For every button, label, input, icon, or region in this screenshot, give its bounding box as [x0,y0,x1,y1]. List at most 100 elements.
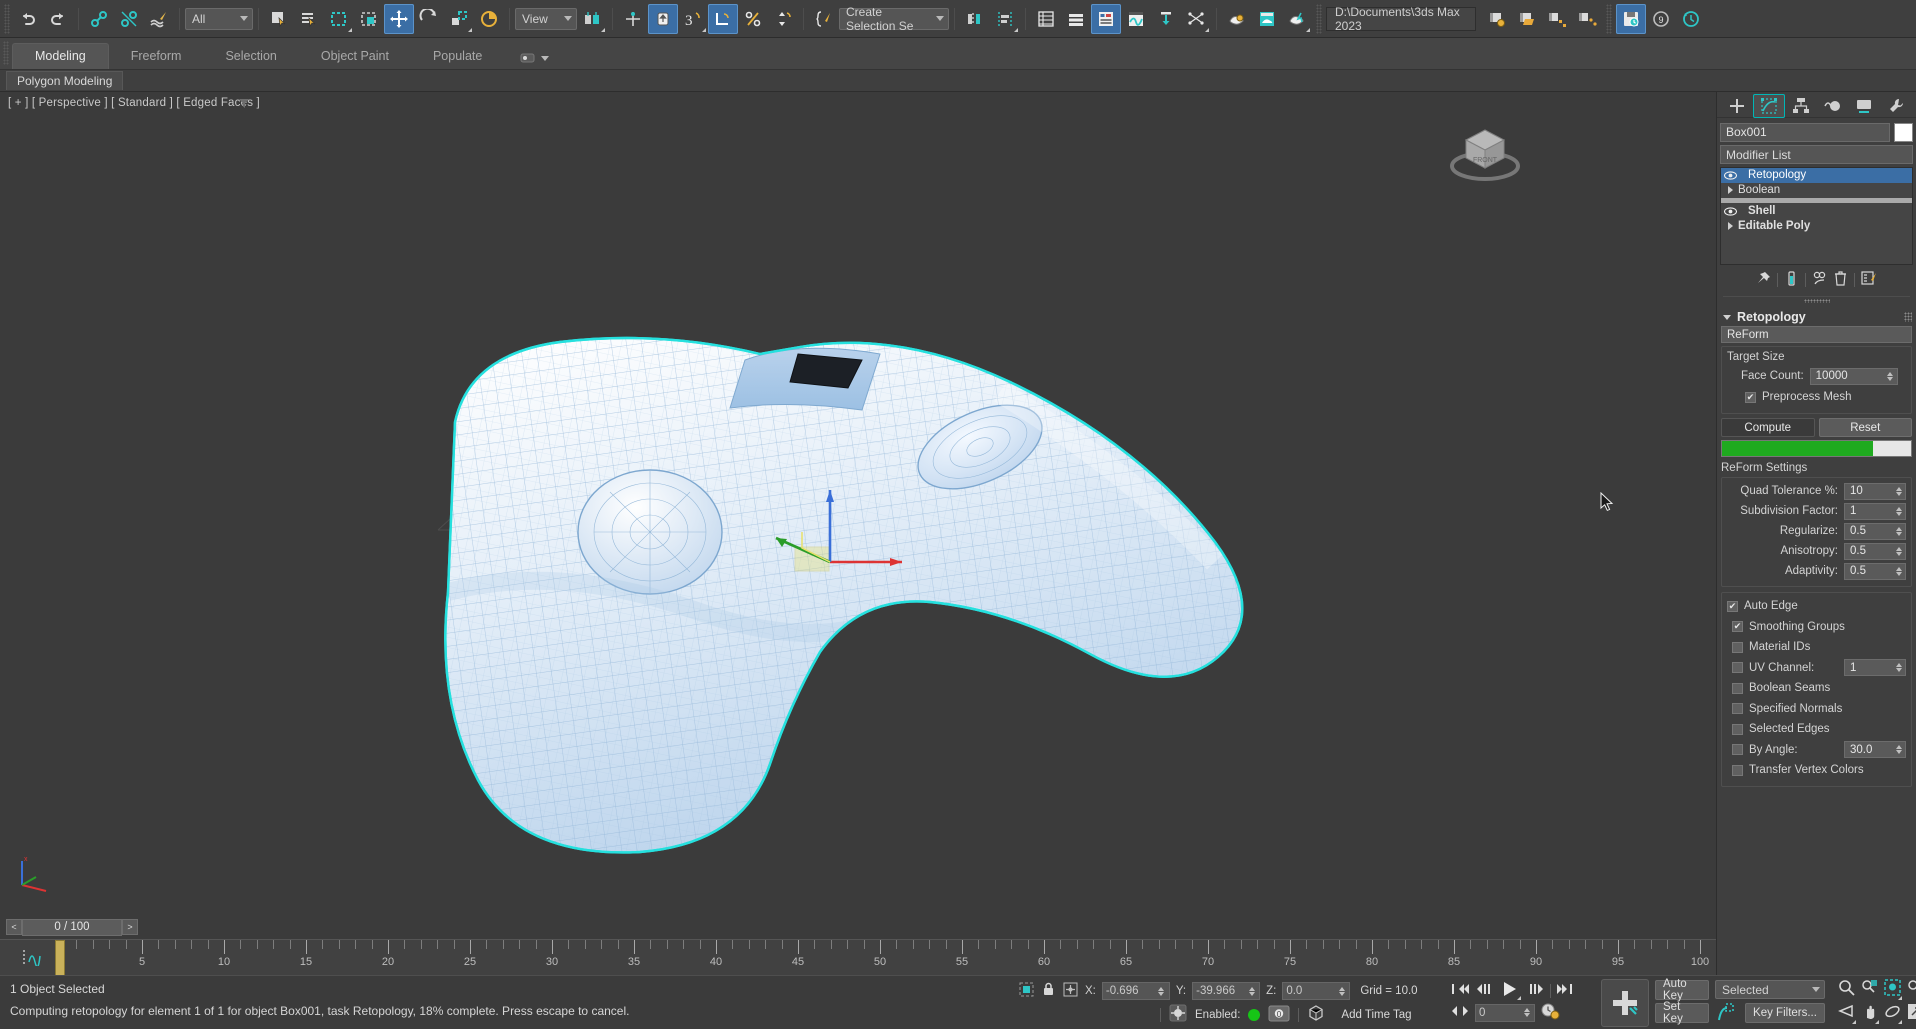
eye-icon[interactable] [1723,206,1738,217]
setting-spinner[interactable] [1894,546,1903,556]
open-project-folder-icon[interactable] [1512,4,1542,34]
show-end-result-icon[interactable] [1784,271,1799,289]
named-selection-set-combo[interactable]: Create Selection Se [839,5,949,33]
select-and-manipulate-icon[interactable] [618,4,648,34]
ribbon-panel-polygon-modeling[interactable]: Polygon Modeling [6,71,124,90]
option-spinner[interactable] [1894,745,1903,755]
compute-button[interactable]: Compute [1721,418,1815,437]
field-of-view-icon[interactable] [1838,1003,1856,1024]
setting-spinner[interactable] [1894,566,1903,576]
curve-editor-icon[interactable] [1121,4,1151,34]
option-field[interactable]: 1 [1844,659,1906,677]
option-field[interactable]: 30.0 [1844,741,1906,759]
maximize-viewport-icon[interactable] [1907,1003,1916,1023]
restore-autoback-icon[interactable] [1676,4,1706,34]
percent-snap-toggle-icon[interactable] [708,3,738,34]
next-frame-button[interactable]: > [122,919,138,935]
preprocess-mesh-checkbox[interactable] [1745,391,1756,403]
selection-lock-toggle-icon[interactable] [1041,981,1056,1001]
setting-spinner[interactable] [1894,486,1903,496]
configure-modifier-sets-icon[interactable] [1861,271,1877,289]
go-to-end-icon[interactable] [1555,981,1575,1000]
setting-spinner[interactable] [1894,526,1903,536]
key-mode-combo[interactable]: Selected [1715,980,1825,999]
option-checkbox[interactable] [1732,682,1743,694]
autosave-count-icon[interactable]: 9 [1646,4,1676,34]
current-frame-spinner[interactable]: 0 [1475,1003,1535,1022]
zoom-all-icon[interactable] [1861,979,1878,999]
spinner-snap-icon[interactable] [768,4,798,34]
set-number-of-keys-icon[interactable] [1716,1002,1738,1025]
retopology-mode-dropdown[interactable]: ReForm [1721,326,1912,343]
zoom-icon[interactable] [1838,979,1855,999]
option-checkbox[interactable] [1727,600,1738,612]
render-production-icon[interactable] [1282,4,1312,34]
redo-icon[interactable] [43,4,73,34]
pin-stack-icon[interactable] [1756,271,1771,289]
toolbar-grip[interactable] [1606,3,1612,34]
orbit-icon[interactable] [1884,1003,1902,1024]
rectangular-select-region-icon[interactable] [324,4,354,34]
percent-snap-icon[interactable] [738,4,768,34]
frame-spinner-arrows[interactable] [1522,1008,1531,1017]
option-checkbox[interactable] [1732,641,1743,653]
zoom-extents-icon[interactable] [1884,979,1902,1000]
align-icon[interactable] [990,4,1020,34]
key-mode-toggle-icon[interactable] [1450,1004,1470,1021]
z-coord-field[interactable]: 0.0 [1282,982,1351,1000]
selection-filter-combo[interactable]: All [185,7,253,30]
rendered-frame-window-icon[interactable] [1252,4,1282,34]
select-object-icon[interactable] [264,4,294,34]
angle-snap-icon[interactable]: 3 [678,4,708,34]
remove-modifier-icon[interactable] [1833,271,1848,289]
set-key-button[interactable]: Set Key [1655,1001,1709,1025]
toolbar-grip[interactable] [4,3,10,34]
toolbar-grip[interactable] [1316,3,1322,34]
play-icon[interactable] [1498,980,1522,1001]
layer-explorer-icon[interactable] [1031,4,1061,34]
option-checkbox[interactable] [1732,621,1743,633]
next-frame-icon[interactable] [1526,981,1546,1000]
modifier-list-dropdown[interactable]: Modifier List [1720,145,1913,164]
setting-field[interactable]: 1 [1844,502,1906,520]
face-count-field[interactable]: 10000 [1809,367,1898,385]
y-coord-field[interactable]: -39.966 [1192,982,1261,1000]
undo-icon[interactable] [13,4,43,34]
bind-space-warp-icon[interactable] [144,4,174,34]
viewport-perspective[interactable]: [ + ] [ Perspective ] [ Standard ] [ Edg… [0,92,1716,915]
ribbon-tab-modeling[interactable]: Modeling [12,43,109,69]
add-time-tag-button[interactable]: Add Time Tag [1341,1009,1411,1021]
eye-icon[interactable] [1723,170,1738,181]
object-name-field[interactable]: Box001 [1720,122,1890,142]
mirror-icon[interactable] [960,4,990,34]
go-to-start-icon[interactable] [1450,981,1470,1000]
y-spinner[interactable] [1247,986,1256,996]
time-configuration-icon[interactable] [1540,1002,1560,1023]
use-pivot-center-icon[interactable] [577,4,607,34]
setting-field[interactable]: 0.5 [1844,522,1906,540]
time-slider-handle[interactable] [55,940,65,975]
material-editor-icon[interactable] [1091,3,1121,34]
absolute-relative-transform-icon[interactable] [1062,981,1079,1001]
motion-tab[interactable] [1816,94,1848,118]
setting-field[interactable]: 0.5 [1844,542,1906,560]
select-and-scale-icon[interactable] [444,4,474,34]
reference-coordinate-system-combo[interactable]: View [515,7,577,30]
track-bar[interactable]: 5 10 15 20 25 30 35 40 45 50 55 60 65 70 75 80 85 90 95 100 [0,939,1716,975]
open-mini-curve-editor-icon[interactable] [22,948,44,969]
setting-spinner[interactable] [1894,506,1903,516]
display-tab[interactable] [1848,94,1880,118]
selection-lock-region-icon[interactable] [1018,981,1035,1001]
hierarchy-tab[interactable] [1785,94,1817,118]
save-file-icon[interactable] [1616,3,1646,34]
face-count-spinner[interactable] [1886,371,1895,381]
option-checkbox[interactable] [1732,744,1743,756]
make-unique-icon[interactable] [1812,271,1827,289]
modifier-stack[interactable]: Retopology Boolean Shell Editable Poly [1720,167,1913,265]
x-coord-field[interactable]: -0.696 [1101,982,1170,1000]
stack-item-retopology[interactable]: Retopology [1721,168,1912,183]
unlink-icon[interactable] [114,4,144,34]
option-checkbox[interactable] [1732,662,1743,674]
utilities-tab[interactable] [1880,94,1912,118]
select-and-place-icon[interactable] [474,4,504,34]
